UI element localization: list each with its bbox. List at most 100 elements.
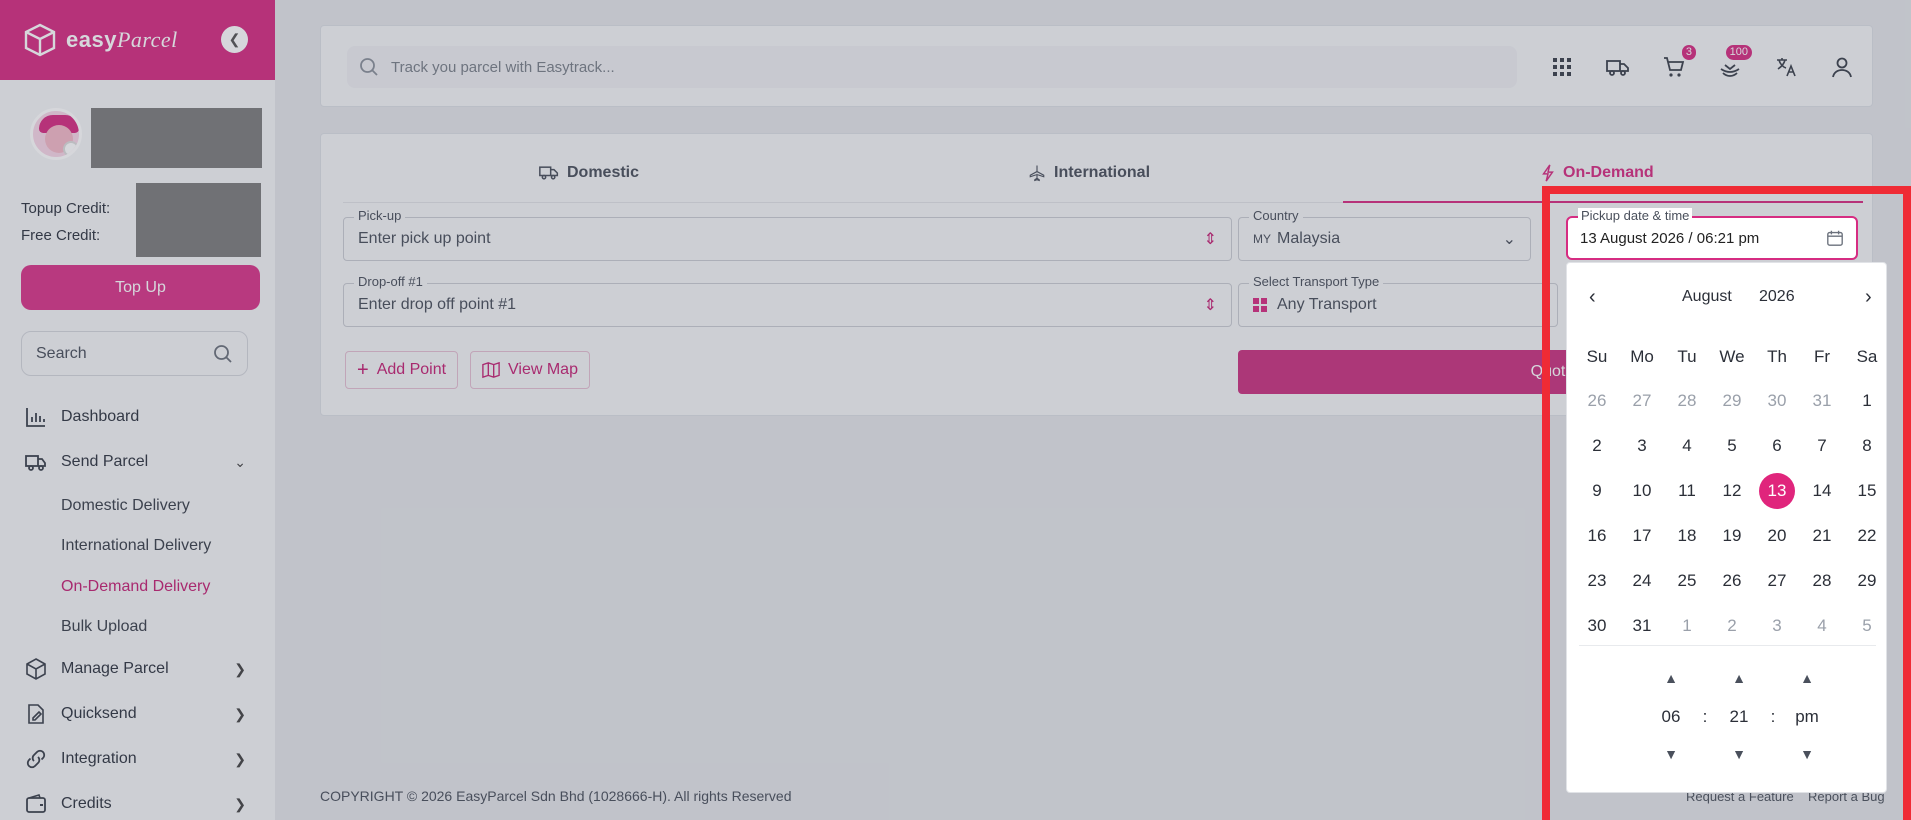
calendar-day[interactable]: 26 (1579, 385, 1615, 417)
calendar-day[interactable]: 4 (1669, 430, 1705, 462)
calendar-day[interactable]: 29 (1849, 565, 1885, 597)
calendar-day[interactable]: 1 (1669, 610, 1705, 642)
calendar-day[interactable]: 5 (1714, 430, 1750, 462)
dropoff-input[interactable]: Drop-off #1 Enter drop off point #1 ⇕ (343, 274, 1232, 327)
delivery-truck-icon[interactable] (1606, 55, 1630, 79)
calendar-day[interactable]: 8 (1849, 430, 1885, 462)
map-icon (482, 361, 500, 379)
calendar-day[interactable]: 5 (1849, 610, 1885, 642)
sidebar-subitem-international[interactable]: International Delivery (61, 537, 211, 555)
country-value: Malaysia (1277, 230, 1341, 247)
next-month-button[interactable]: › (1865, 286, 1872, 309)
minute-up-button[interactable]: ▲ (1719, 670, 1759, 686)
sidebar-item-dashboard[interactable]: Dashboard (24, 405, 246, 429)
calendar-day[interactable]: 10 (1624, 475, 1660, 507)
calendar-day[interactable]: 22 (1849, 520, 1885, 552)
calendar-day[interactable]: 29 (1714, 385, 1750, 417)
year-select[interactable]: 2026 (1759, 288, 1795, 306)
calendar-day[interactable]: 9 (1579, 475, 1615, 507)
calendar-day[interactable]: 12 (1714, 475, 1750, 507)
tab-international[interactable]: International (1028, 164, 1150, 182)
translate-icon[interactable] (1774, 55, 1798, 79)
pickup-datetime-input[interactable]: Pickup date & time 13 August 2026 / 06:2… (1566, 208, 1858, 260)
month-select[interactable]: August (1682, 288, 1732, 306)
calendar-day[interactable]: 2 (1579, 430, 1615, 462)
avatar[interactable] (30, 108, 82, 160)
tab-on-demand[interactable]: On-Demand (1541, 164, 1654, 182)
calendar-day[interactable]: 21 (1804, 520, 1840, 552)
calendar-day[interactable]: 4 (1804, 610, 1840, 642)
calendar-day[interactable]: 23 (1579, 565, 1615, 597)
calendar-day[interactable]: 24 (1624, 565, 1660, 597)
sidebar-item-manage-parcel[interactable]: Manage Parcel ❯ (24, 657, 246, 681)
pickup-input[interactable]: Pick-up Enter pick up point ⇕ (343, 208, 1232, 261)
calendar-day[interactable]: 20 (1759, 520, 1795, 552)
calendar-day[interactable]: 30 (1579, 610, 1615, 642)
add-point-button[interactable]: + Add Point (345, 351, 459, 389)
period-up-button[interactable]: ▲ (1787, 670, 1827, 686)
calendar-day[interactable]: 11 (1669, 475, 1705, 507)
calendar-day[interactable]: 1 (1849, 385, 1885, 417)
calendar-day[interactable]: 30 (1759, 385, 1795, 417)
hour-up-button[interactable]: ▲ (1651, 670, 1691, 686)
brand-logo-text: easyParcel (66, 27, 178, 52)
sidebar-item-send-parcel[interactable]: Send Parcel ⌄ (24, 450, 246, 474)
tab-domestic[interactable]: Domestic (539, 164, 639, 182)
sidebar-item-credits[interactable]: Credits ❯ (24, 792, 246, 816)
calendar-day[interactable]: 6 (1759, 430, 1795, 462)
cart-icon[interactable]: 3 (1662, 45, 1696, 79)
notification-icon[interactable]: 100 (1718, 45, 1752, 79)
transport-select[interactable]: Select Transport Type Any Transport (1238, 274, 1558, 327)
topup-button[interactable]: Top Up (21, 265, 260, 310)
calendar-day[interactable]: 7 (1804, 430, 1840, 462)
view-map-button[interactable]: View Map (470, 351, 590, 389)
calendar-day[interactable]: 28 (1669, 385, 1705, 417)
sidebar-item-quicksend[interactable]: Quicksend ❯ (24, 702, 246, 726)
minute-down-button[interactable]: ▼ (1719, 746, 1759, 762)
period-down-button[interactable]: ▼ (1787, 746, 1827, 762)
calendar-day[interactable]: 16 (1579, 520, 1615, 552)
calendar-day[interactable]: 28 (1804, 565, 1840, 597)
calendar-day[interactable]: 31 (1804, 385, 1840, 417)
weekday-label: Mo (1630, 347, 1654, 366)
calendar-day[interactable]: 27 (1759, 565, 1795, 597)
calendar-day[interactable]: 19 (1714, 520, 1750, 552)
calendar-day[interactable]: 2 (1714, 610, 1750, 642)
calendar-day[interactable]: 25 (1669, 565, 1705, 597)
weekday-label: We (1719, 347, 1745, 366)
calendar-grid: Su Mo Tu We Th Fr Sa 26 27 28 29 30 31 1 2 3 4 5 6 7 8 9 10 11 1… (1579, 347, 1879, 707)
weekday-label: Fr (1813, 347, 1831, 366)
truck-icon (539, 166, 559, 180)
period-value[interactable]: pm (1787, 707, 1827, 727)
sidebar-subitem-on-demand[interactable]: On-Demand Delivery (61, 578, 210, 596)
add-point-label: Add Point (376, 361, 447, 378)
user-icon[interactable] (1830, 55, 1854, 79)
calendar-day[interactable]: 3 (1759, 610, 1795, 642)
sort-arrows-icon: ⇕ (1203, 231, 1217, 248)
collapse-sidebar-button[interactable]: ❮ (221, 26, 248, 53)
calendar-day[interactable]: 14 (1804, 475, 1840, 507)
plus-icon: + (357, 358, 369, 381)
calendar-day[interactable]: 3 (1624, 430, 1660, 462)
sidebar-item-integration[interactable]: Integration ❯ (24, 747, 246, 771)
view-map-label: View Map (508, 361, 578, 378)
sidebar-search-input[interactable]: Search (21, 331, 248, 376)
country-select[interactable]: Country MY Malaysia ⌄ (1238, 208, 1531, 261)
calendar-day[interactable]: 18 (1669, 520, 1705, 552)
easytrack-search-input[interactable]: Track you parcel with Easytrack... (347, 46, 1517, 88)
calendar-day[interactable]: 31 (1624, 610, 1660, 642)
calendar-day-selected[interactable]: 13 (1759, 473, 1795, 509)
sidebar-subitem-domestic[interactable]: Domestic Delivery (61, 497, 190, 515)
calendar-day[interactable]: 15 (1849, 475, 1885, 507)
sidebar: easyParcel ❮ Topup Credit: Free Credit: … (0, 0, 275, 820)
calendar-day[interactable]: 17 (1624, 520, 1660, 552)
calendar-divider (1579, 645, 1876, 646)
calendar-day[interactable]: 26 (1714, 565, 1750, 597)
hour-down-button[interactable]: ▼ (1651, 746, 1691, 762)
box-logo-icon (24, 23, 56, 57)
prev-month-button[interactable]: ‹ (1589, 286, 1596, 309)
sidebar-subitem-bulk[interactable]: Bulk Upload (61, 618, 147, 636)
apps-grid-icon[interactable] (1550, 55, 1574, 79)
box-icon (26, 658, 46, 680)
calendar-day[interactable]: 27 (1624, 385, 1660, 417)
